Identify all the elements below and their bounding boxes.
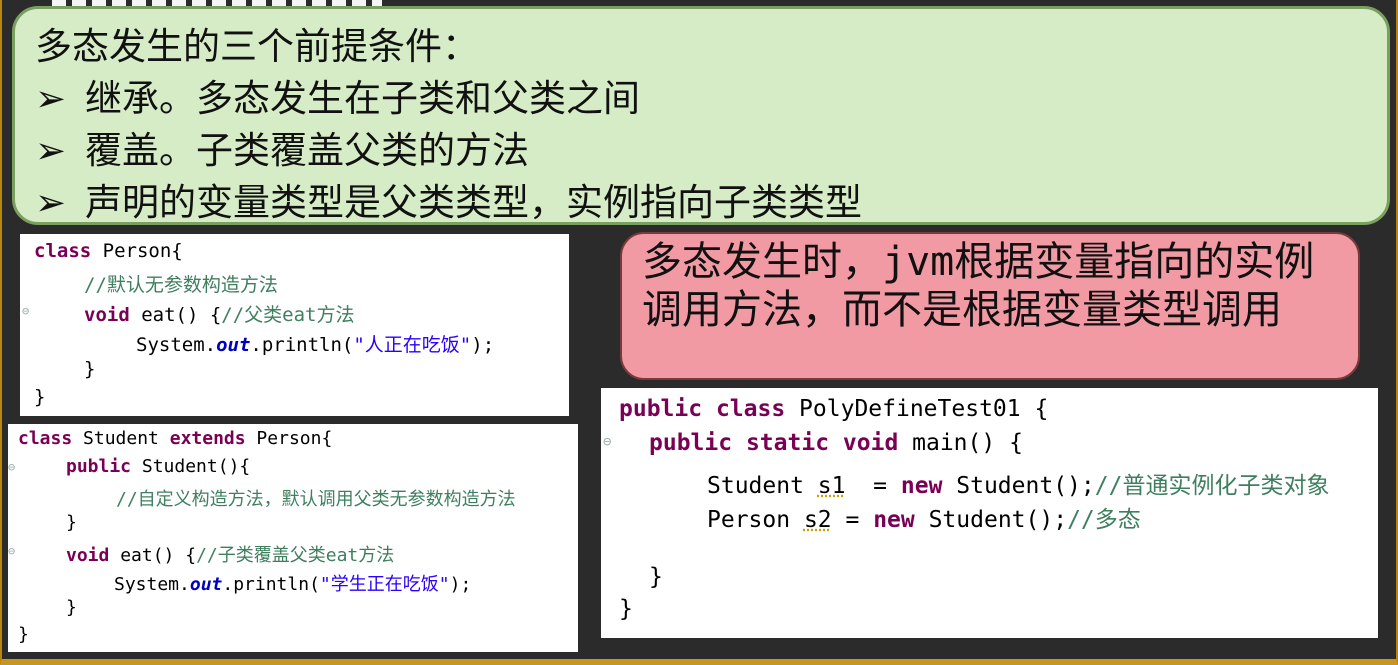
- code-line: Student s1 = new Student();//普通实例化子类对象: [707, 473, 1330, 499]
- condition-text: 继承。多态发生在子类和父类之间: [85, 77, 640, 120]
- conditions-title: 多态发生的三个前提条件：: [35, 25, 479, 68]
- arrow-bullet-icon: ➢: [35, 181, 67, 224]
- note-text: 多态发生时，jvm根据变量指向的实例调用方法，而不是根据变量类型调用: [642, 239, 1315, 333]
- code-line: }: [34, 386, 46, 408]
- code-line: public Student(){: [66, 456, 251, 477]
- code-line: public class PolyDefineTest01 {: [619, 396, 1049, 422]
- code-line: Person s2 = new Student();//多态: [707, 507, 1141, 533]
- code-line: class Person{: [34, 240, 183, 262]
- minus-circle-icon: ⊖: [22, 304, 30, 318]
- code-line: }: [84, 358, 96, 380]
- condition-text: 声明的变量类型是父类类型，实例指向子类类型: [85, 181, 862, 224]
- code-line: }: [619, 596, 633, 622]
- condition-text: 覆盖。子类覆盖父类的方法: [85, 129, 529, 172]
- code-line: public static void main() {: [649, 430, 1023, 456]
- code-line: }: [66, 597, 77, 618]
- minus-circle-icon: ⊖: [603, 434, 612, 450]
- code-comment: //自定义构造方法，默认调用父类无参数构造方法: [116, 489, 516, 510]
- arrow-bullet-icon: ➢: [35, 129, 67, 172]
- code-line: void eat() {//子类覆盖父类eat方法: [66, 545, 395, 566]
- code-line: }: [18, 624, 29, 645]
- condition-item: ➢ 覆盖。子类覆盖父类的方法: [35, 125, 1387, 177]
- arrow-bullet-icon: ➢: [35, 77, 67, 120]
- code-comment: //默认无参数构造方法: [84, 274, 278, 296]
- main-code-box: public class PolyDefineTest01 { ⊖ public…: [601, 388, 1378, 638]
- code-line: void eat() {//父类eat方法: [84, 304, 355, 326]
- condition-item: ➢ 继承。多态发生在子类和父类之间: [35, 73, 1387, 125]
- condition-item: ➢ 声明的变量类型是父类类型，实例指向子类类型: [35, 177, 1387, 229]
- code-line: }: [66, 512, 77, 533]
- polymorphism-note: 多态发生时，jvm根据变量指向的实例调用方法，而不是根据变量类型调用: [620, 232, 1360, 380]
- minus-circle-icon: ⊖: [8, 460, 16, 474]
- conditions-box: 多态发生的三个前提条件： ➢ 继承。多态发生在子类和父类之间 ➢ 覆盖。子类覆盖父类…: [12, 6, 1390, 225]
- person-code-box: class Person{ //默认无参数构造方法 ⊖ void eat() {…: [20, 234, 569, 416]
- code-line: System.out.println("人正在吃饭");: [136, 334, 495, 356]
- student-code-box: class Student extends Person{ ⊖ public S…: [8, 424, 578, 652]
- minus-circle-icon: ⊖: [8, 544, 16, 558]
- code-line: System.out.println("学生正在吃饭");: [114, 574, 472, 595]
- code-line: }: [649, 564, 663, 590]
- code-line: class Student extends Person{: [18, 428, 333, 449]
